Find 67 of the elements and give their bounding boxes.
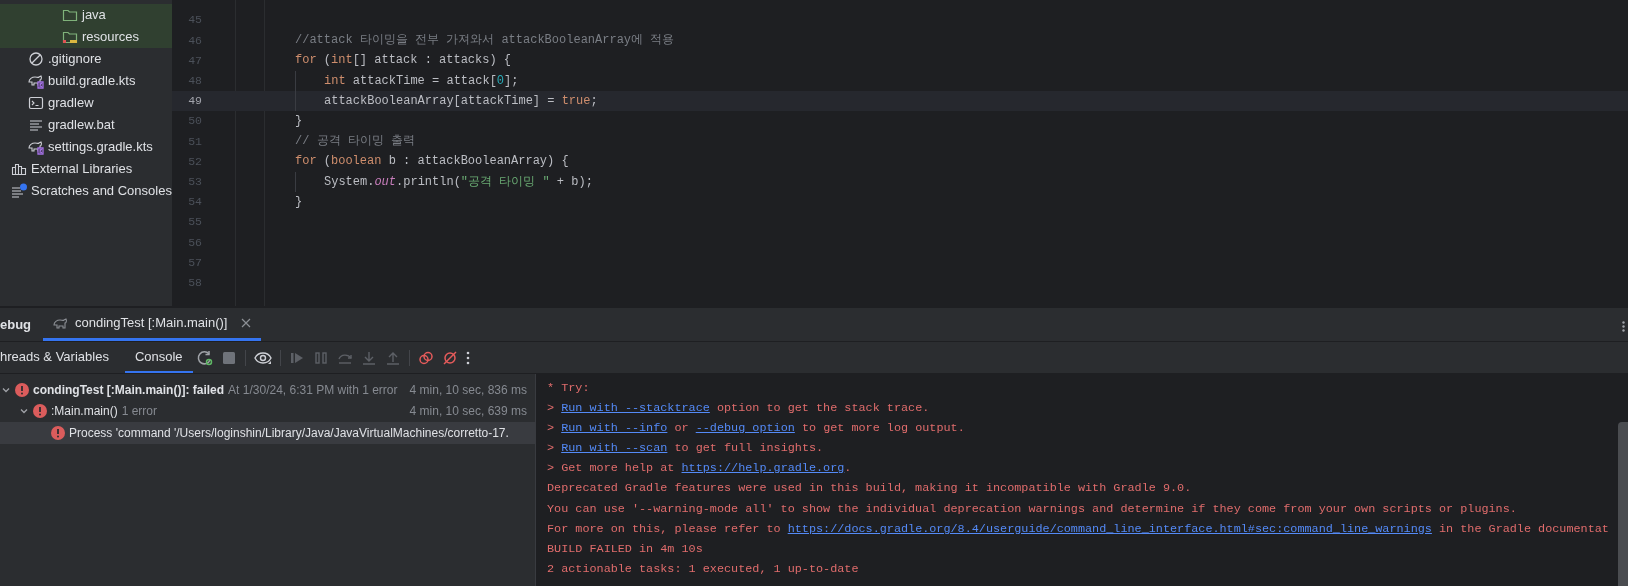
result-row[interactable]: :Main.main() 1 error 4 min, 10 sec, 639 ms (0, 400, 535, 422)
code-line: // 공격 타이밍 출력 (295, 133, 415, 151)
console-link[interactable]: Run with --stacktrace (561, 401, 710, 416)
sub-tab[interactable]: hreads & Variables (0, 342, 111, 373)
panel-title: ebug (0, 315, 33, 334)
folder-icon (62, 7, 78, 23)
tree-item[interactable]: java (0, 4, 172, 26)
stop-icon[interactable] (220, 349, 237, 366)
result-detail: At 1/30/24, 6:31 PM with 1 error (228, 381, 398, 399)
more-icon[interactable] (465, 350, 470, 365)
console-line: Deprecated Gradle features were used in this build, making it incompatible with Gradle 9.0. (547, 480, 1193, 498)
script-file-icon (28, 139, 44, 155)
scratches-icon (11, 183, 27, 199)
more-icon[interactable] (1622, 321, 1625, 332)
result-title: Process 'command '/Users/loginshin/Library/Java/JavaVirtualMachines/corretto-17. (69, 424, 509, 442)
console-link[interactable]: https://help.gradle.org (681, 461, 845, 476)
close-icon[interactable] (241, 318, 252, 328)
line-number: 49 (187, 93, 202, 110)
console-link[interactable]: https://docs.gradle.org/8.4/userguide/command_line_interface.html#sec:command_line_warnings (787, 521, 1432, 536)
code-line: } (295, 193, 303, 211)
mute-breakpoints-icon[interactable] (441, 349, 458, 366)
circle-slash-icon (28, 51, 44, 67)
console-line: > Run with --stacktrace option to get the stack trace. (547, 400, 931, 418)
tree-item[interactable]: gradlew (0, 92, 172, 114)
resource-folder-icon (62, 29, 78, 45)
tree-item[interactable]: .gitignore (0, 48, 172, 70)
result-title: condingTest [:Main.main()]: failed (33, 381, 225, 399)
tree-item[interactable]: resources (0, 26, 172, 48)
console-link[interactable]: --debug option (695, 421, 795, 436)
code-line: System.out.println("공격 타이밍 " + b); (295, 171, 593, 192)
code-line: attackBooleanArray[attackTime] = true; (295, 90, 598, 111)
code-line: for (boolean b : attackBooleanArray) { (295, 153, 569, 171)
step-into-icon[interactable] (360, 349, 377, 366)
console-line: You can use '--warning-mode all' to show the individual deprecation warnings and determine if they come from your own scripts or plugins. (547, 500, 1518, 518)
scrollbar-thumb[interactable] (1618, 422, 1628, 586)
result-title: :Main.main() (51, 403, 118, 421)
text-lines-icon (28, 117, 44, 133)
result-row[interactable]: Process 'command '/Users/loginshin/Library/Java/JavaVirtualMachines/corretto-17. (0, 422, 535, 444)
tree-item[interactable]: settings.gradle.kts (0, 136, 172, 158)
tree-item[interactable]: gradlew.bat (0, 114, 172, 136)
code-line: //attack 타이밍을 전부 가져와서 attackBooleanArray에 적용 (295, 32, 675, 50)
script-file-icon (28, 73, 44, 89)
code-line: } (295, 113, 303, 131)
duration-text: 4 min, 10 sec, 836 ms (408, 381, 527, 399)
code-line: for (int[] attack : attacks) { (295, 52, 512, 70)
tree-item[interactable]: build.gradle.kts (0, 70, 172, 92)
console-line: 2 actionable tasks: 1 executed, 1 up-to-date (547, 560, 860, 578)
tree-item[interactable]: Scratches and Consoles (0, 180, 172, 202)
eye-icon[interactable] (253, 349, 272, 366)
terminal-icon (28, 95, 44, 111)
error-icon (51, 425, 65, 440)
console-line: BUILD FAILED in 4m 10s (547, 540, 704, 558)
console-line: * Try: (547, 380, 591, 397)
breakpoints-icon[interactable] (417, 349, 434, 366)
result-row[interactable]: condingTest [:Main.main()]: failed At 1/30/24, 6:31 PM with 1 error 4 min, 10 sec, 836 ms (0, 379, 535, 401)
error-icon (15, 382, 29, 397)
debug-run-icon (53, 316, 69, 330)
rerun-icon[interactable] (196, 349, 213, 366)
tree-item[interactable]: External Libraries (0, 158, 172, 180)
duration-text: 4 min, 10 sec, 639 ms (408, 403, 527, 421)
result-detail: 1 error (121, 403, 158, 421)
pause-icon[interactable] (312, 349, 329, 366)
console-link[interactable]: Run with --info (561, 421, 668, 436)
code-line: int attackTime = attack[0]; (295, 70, 519, 91)
console-link[interactable]: Run with --scan (561, 441, 668, 456)
error-icon (33, 404, 47, 419)
library-icon (11, 161, 27, 177)
